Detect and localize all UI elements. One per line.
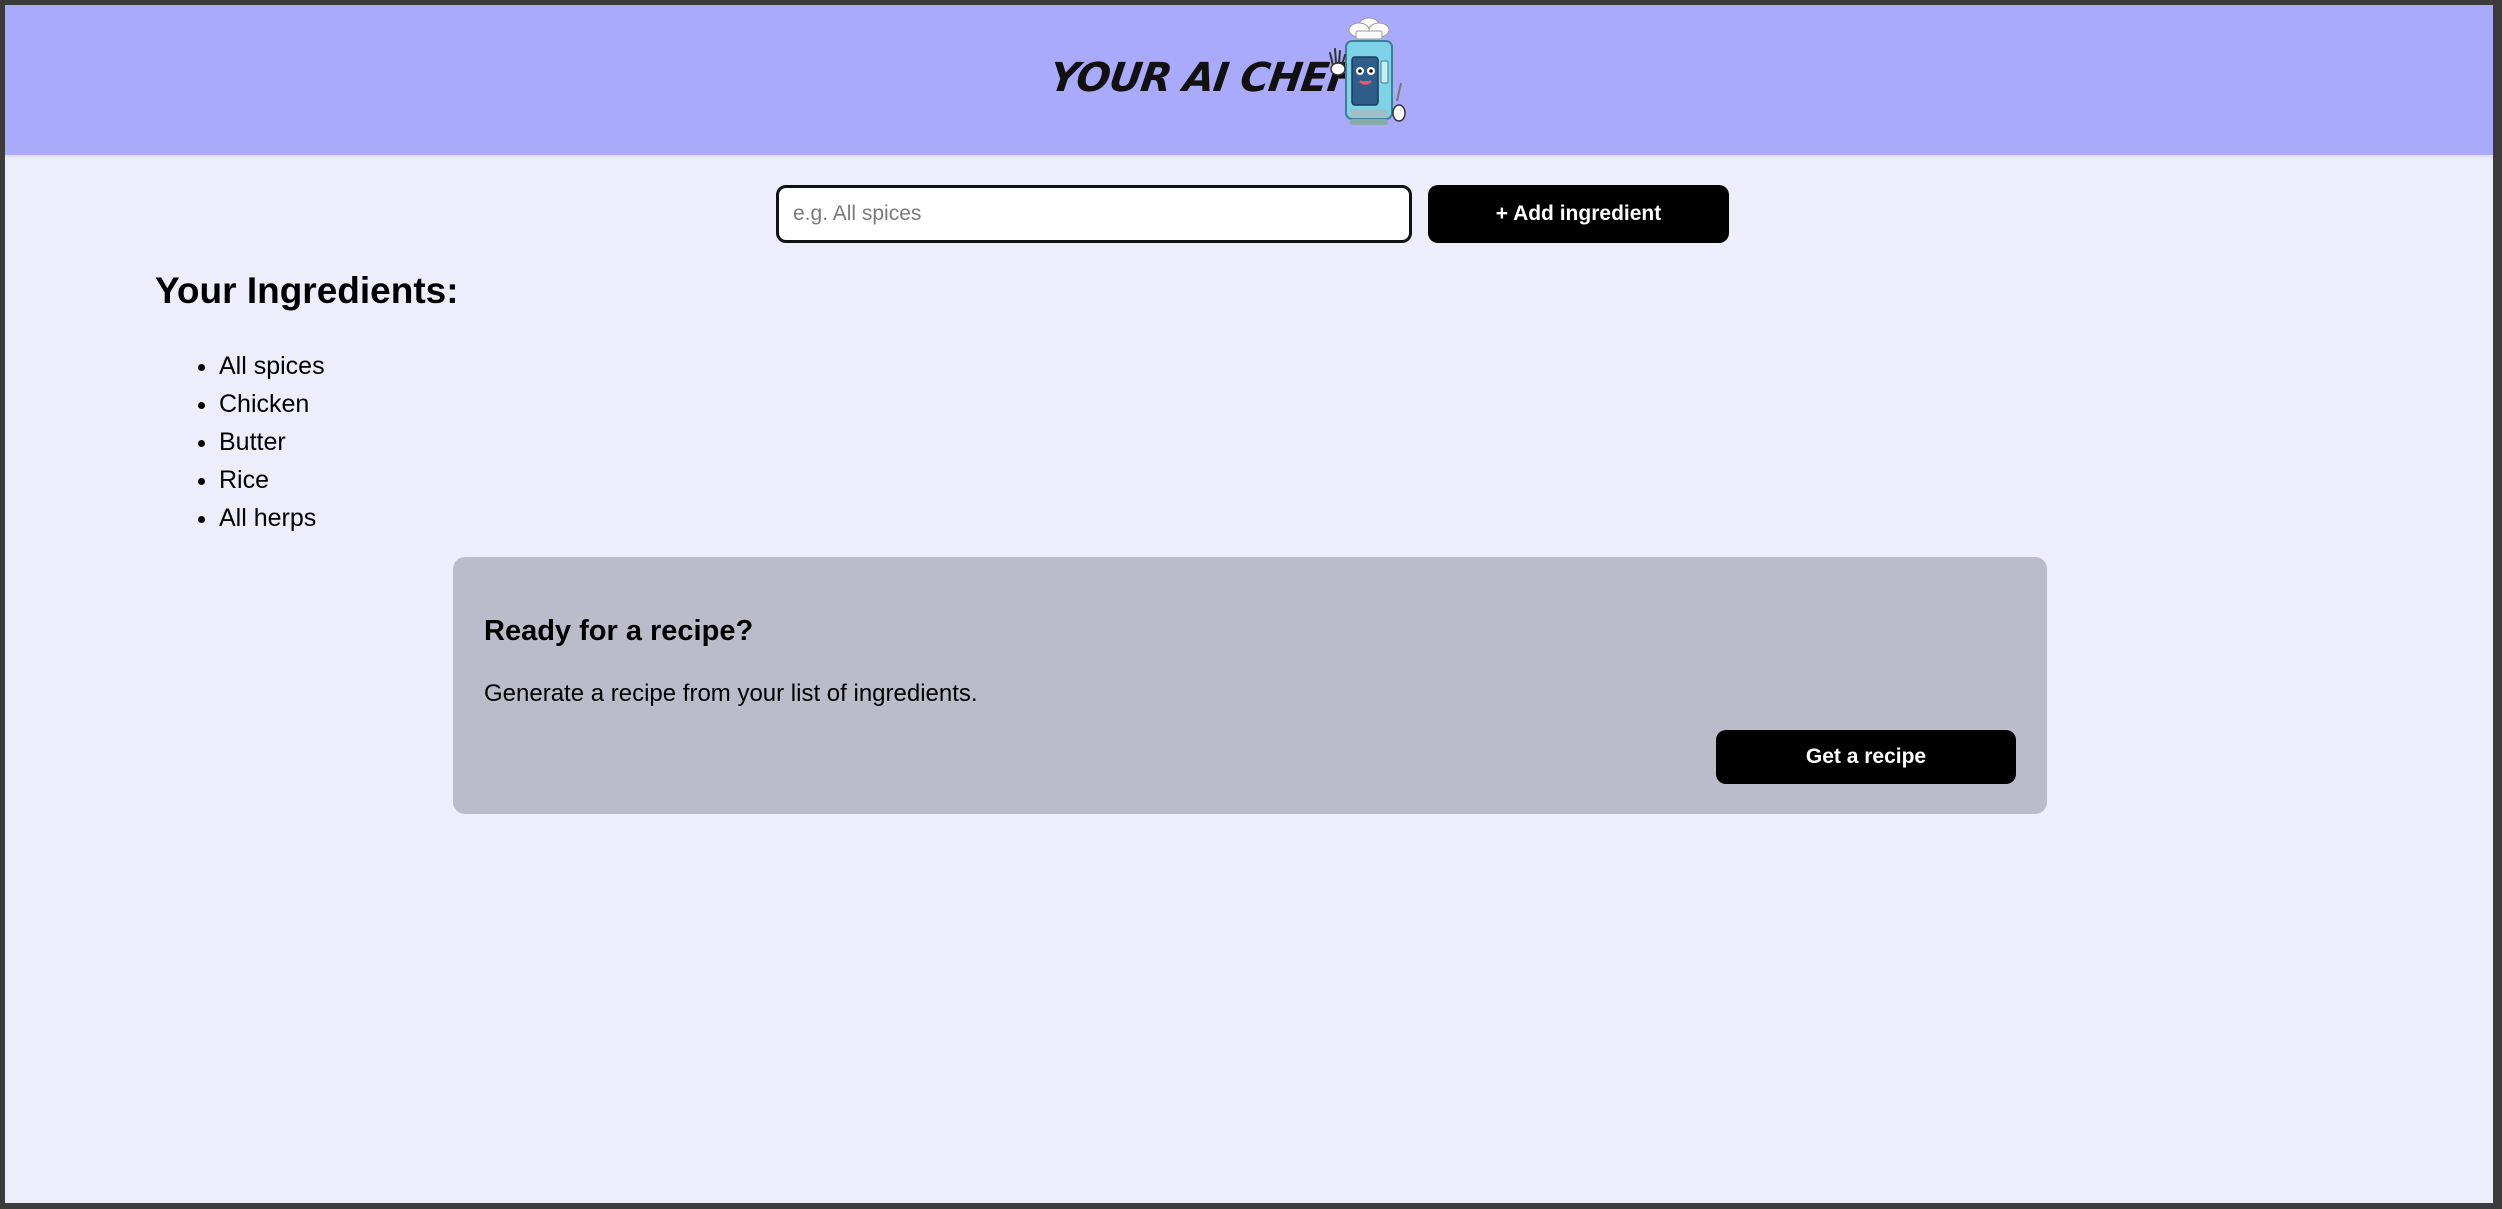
ingredient-item: Rice	[219, 461, 325, 499]
ingredient-item: Butter	[219, 423, 325, 461]
recipe-card-heading: Ready for a recipe?	[484, 615, 754, 647]
robot-chef-icon	[1329, 17, 1406, 125]
app-title: YOUR AI CHEF	[1046, 55, 1358, 101]
app-window: YOUR AI CHEF e.g. All spices + Add ingre…	[5, 5, 2493, 1203]
ingredient-item: Chicken	[219, 385, 325, 423]
ingredient-item: All herps	[219, 499, 325, 537]
add-ingredient-form: + Add ingredient	[776, 185, 1729, 243]
ingredient-input[interactable]	[776, 185, 1412, 243]
recipe-card: Ready for a recipe? Generate a recipe fr…	[453, 557, 2047, 814]
ingredient-item: All spices	[219, 347, 325, 385]
get-recipe-button[interactable]: Get a recipe	[1716, 730, 2016, 784]
add-ingredient-button[interactable]: + Add ingredient	[1428, 185, 1729, 243]
ingredients-heading: Your Ingredients:	[155, 270, 459, 311]
ingredients-list: All spices Chicken Butter Rice All herps	[219, 347, 325, 537]
recipe-card-description: Generate a recipe from your list of ingr…	[484, 680, 978, 707]
app-header: YOUR AI CHEF	[5, 5, 2493, 155]
